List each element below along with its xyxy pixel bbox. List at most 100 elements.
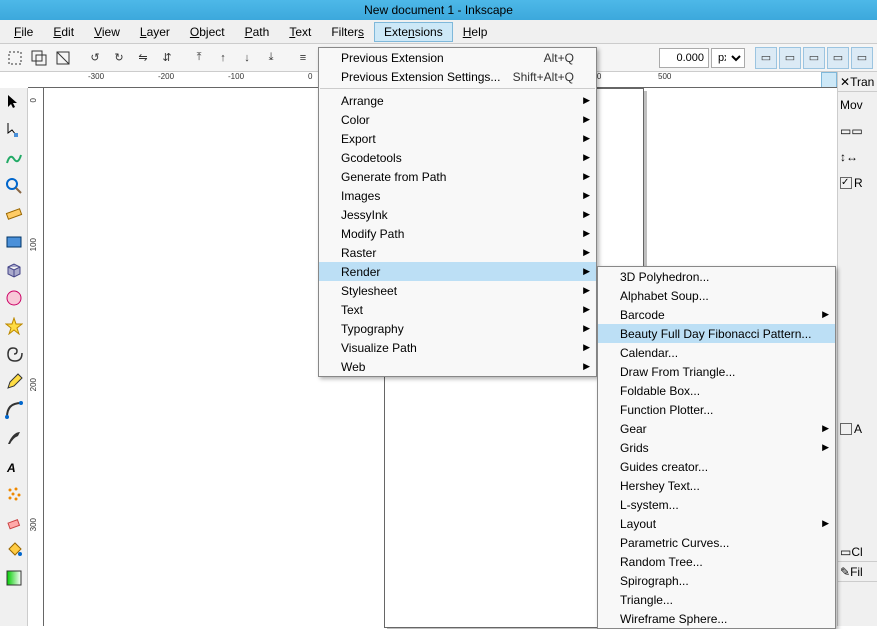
tool-raise-icon[interactable]: ↑ [212,47,234,69]
panel-tab-clear[interactable]: ▭Cl [838,542,877,562]
tool-gradient-icon[interactable] [2,566,26,590]
menuitem-triangle[interactable]: Triangle... [598,590,835,609]
panel-tab-transform[interactable]: ✕Tran [838,72,877,92]
tool-flip-v-icon[interactable]: ⇵ [156,47,178,69]
menuitem-previous-extension[interactable]: Previous Extension Alt+Q [319,48,596,67]
menuitem-spirograph[interactable]: Spirograph... [598,571,835,590]
tool-tweak-icon[interactable] [2,146,26,170]
tool-measure-icon[interactable] [2,202,26,226]
titlebar: New document 1 - Inkscape [0,0,877,20]
tool-lower-bottom-icon[interactable]: ⤓ [260,47,282,69]
menuitem-render[interactable]: Render▶ [319,262,596,281]
tool-snap5-icon[interactable]: ▭ [851,47,873,69]
panel-row-icons: ▭▭ [838,118,877,144]
tool-text-icon[interactable]: A [2,454,26,478]
toolbar-unit-select[interactable]: px [711,48,745,68]
menuitem-guides-creator[interactable]: Guides creator... [598,457,835,476]
toolbar-number-input[interactable] [659,48,709,68]
svg-text:A: A [6,461,16,475]
menu-help[interactable]: Help [453,22,498,42]
menu-extensions[interactable]: Extensions [374,22,453,42]
menu-text[interactable]: Text [279,22,321,42]
toolbox: A [0,88,28,626]
menuitem-color[interactable]: Color▶ [319,110,596,129]
tool-pointer-icon[interactable] [2,90,26,114]
tool-snap1-icon[interactable]: ▭ [755,47,777,69]
menu-filters[interactable]: Filters [321,22,374,42]
right-panel: ✕Tran Mov ▭▭ ↕↔ R A ▭Cl ✎Fil [837,72,877,626]
menuitem-visualize-path[interactable]: Visualize Path▶ [319,338,596,357]
menuitem-grids[interactable]: Grids▶ [598,438,835,457]
tool-snap4-icon[interactable]: ▭ [827,47,849,69]
menuitem-raster[interactable]: Raster▶ [319,243,596,262]
tool-bezier-icon[interactable] [2,398,26,422]
menuitem-draw-from-triangle[interactable]: Draw From Triangle... [598,362,835,381]
tool-raise-top-icon[interactable]: ⤒ [188,47,210,69]
menuitem-stylesheet[interactable]: Stylesheet▶ [319,281,596,300]
tool-select-layers-icon[interactable] [28,47,50,69]
menuitem-hershey-text[interactable]: Hershey Text... [598,476,835,495]
tool-pencil-icon[interactable] [2,370,26,394]
menuitem-function-plotter[interactable]: Function Plotter... [598,400,835,419]
tool-select-all-icon[interactable] [4,47,26,69]
tool-snap2-icon[interactable]: ▭ [779,47,801,69]
tool-node-icon[interactable] [2,118,26,142]
menuitem-typography[interactable]: Typography▶ [319,319,596,338]
menuitem-export[interactable]: Export▶ [319,129,596,148]
tool-snap3-icon[interactable]: ▭ [803,47,825,69]
dropdown-extensions: Previous Extension Alt+Q Previous Extens… [318,47,597,377]
menuitem-fibonacci-pattern[interactable]: Beauty Full Day Fibonacci Pattern... [598,324,835,343]
menuitem-layout[interactable]: Layout▶ [598,514,835,533]
menuitem-random-tree[interactable]: Random Tree... [598,552,835,571]
menuitem-3d-polyhedron[interactable]: 3D Polyhedron... [598,267,835,286]
menu-edit[interactable]: Edit [43,22,84,42]
tool-rotate-cw-icon[interactable]: ↻ [108,47,130,69]
menuitem-web[interactable]: Web▶ [319,357,596,376]
window-title: New document 1 - Inkscape [364,3,513,17]
menuitem-gear[interactable]: Gear▶ [598,419,835,438]
tool-calligraphy-icon[interactable] [2,426,26,450]
menu-file[interactable]: File [4,22,43,42]
menuitem-jessyink[interactable]: JessyInk▶ [319,205,596,224]
tool-bucket-icon[interactable] [2,538,26,562]
menuitem-gcodetools[interactable]: Gcodetools▶ [319,148,596,167]
tool-spiral-icon[interactable] [2,342,26,366]
tool-deselect-icon[interactable] [52,47,74,69]
menuitem-arrange[interactable]: Arrange▶ [319,91,596,110]
menuitem-barcode[interactable]: Barcode▶ [598,305,835,324]
tool-flip-h-icon[interactable]: ⇋ [132,47,154,69]
tool-zoom-icon[interactable] [2,174,26,198]
menu-object[interactable]: Object [180,22,235,42]
menu-layer[interactable]: Layer [130,22,180,42]
tool-rect-icon[interactable] [2,230,26,254]
ruler-vertical: 0 100 200 300 [28,88,44,626]
menuitem-images[interactable]: Images▶ [319,186,596,205]
menu-path[interactable]: Path [235,22,280,42]
menuitem-alphabet-soup[interactable]: Alphabet Soup... [598,286,835,305]
menuitem-wireframe-sphere[interactable]: Wireframe Sphere... [598,609,835,628]
tool-rotate-ccw-icon[interactable]: ↺ [84,47,106,69]
menuitem-parametric-curves[interactable]: Parametric Curves... [598,533,835,552]
tool-lower-icon[interactable]: ↓ [236,47,258,69]
dropdown-render: 3D Polyhedron... Alphabet Soup... Barcod… [597,266,836,629]
ruler-corner-button[interactable] [821,72,837,88]
menuitem-foldable-box[interactable]: Foldable Box... [598,381,835,400]
menuitem-generate-from-path[interactable]: Generate from Path▶ [319,167,596,186]
panel-row-icons2: ↕↔ [838,144,877,170]
menuitem-l-system[interactable]: L-system... [598,495,835,514]
panel-apply-checkbox[interactable]: A [838,416,877,442]
menuitem-calendar[interactable]: Calendar... [598,343,835,362]
menu-view[interactable]: View [84,22,130,42]
tool-circle-icon[interactable] [2,286,26,310]
tool-spray-icon[interactable] [2,482,26,506]
menuitem-modify-path[interactable]: Modify Path▶ [319,224,596,243]
tool-eraser-icon[interactable] [2,510,26,534]
tool-star-icon[interactable] [2,314,26,338]
tool-align-icon[interactable]: ≡ [292,47,314,69]
menuitem-text[interactable]: Text▶ [319,300,596,319]
panel-tab-fill[interactable]: ✎Fil [838,562,877,582]
menubar: File Edit View Layer Object Path Text Fi… [0,20,877,44]
menuitem-previous-extension-settings[interactable]: Previous Extension Settings... Shift+Alt… [319,67,596,86]
panel-relative-checkbox[interactable]: R [838,170,877,196]
tool-box3d-icon[interactable] [2,258,26,282]
